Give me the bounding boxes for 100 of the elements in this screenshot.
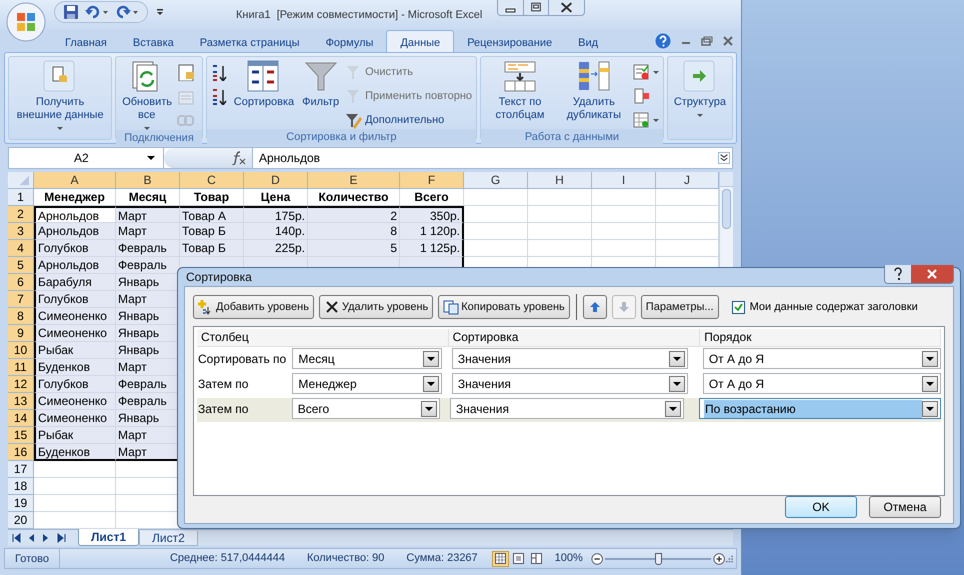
function-icon <box>230 151 246 165</box>
ribbon-button[interactable]: Текст по столбцам <box>485 60 555 122</box>
ribbon-button[interactable]: Удалить дубликаты <box>558 60 629 122</box>
order-dropdown[interactable]: По возрастанию <box>699 398 941 419</box>
table-cell: Товар <box>180 189 244 206</box>
table-cell: 140р. <box>244 223 308 240</box>
help-icon[interactable] <box>655 33 671 49</box>
ribbon-button[interactable]: Сортировка <box>232 60 296 109</box>
sheet-tab[interactable]: Лист2 <box>139 531 198 546</box>
save-icon[interactable] <box>63 4 79 20</box>
zoom-slider[interactable] <box>605 552 711 566</box>
row-header[interactable]: 13 <box>8 393 34 410</box>
row-header[interactable]: 4 <box>8 240 34 257</box>
ribbon-icon-button[interactable] <box>210 87 228 105</box>
row-header[interactable]: 5 <box>8 257 34 274</box>
column-header[interactable]: B <box>116 172 180 189</box>
toolbar-button[interactable]: Удалить уровень <box>318 295 434 319</box>
row-header[interactable]: 12 <box>8 376 34 393</box>
restore-icon[interactable] <box>701 36 713 46</box>
cancel-button[interactable]: Отмена <box>869 496 941 518</box>
help-button[interactable] <box>885 264 911 282</box>
connection-icon <box>177 64 194 80</box>
row-header[interactable]: 16 <box>8 444 34 461</box>
office-button[interactable] <box>6 2 46 42</box>
table-cell: Симеоненко <box>34 410 116 427</box>
caret-icon <box>425 406 434 410</box>
ribbon-tab[interactable]: Вид <box>565 30 612 52</box>
column-header[interactable]: D <box>244 172 308 189</box>
row-header[interactable]: 14 <box>8 410 34 427</box>
row-header[interactable]: 18 <box>8 478 34 495</box>
row-header[interactable]: 8 <box>8 308 34 325</box>
row-header[interactable]: 9 <box>8 325 34 342</box>
function-button[interactable] <box>164 148 252 168</box>
row-header[interactable]: 1 <box>8 189 34 206</box>
column-header[interactable]: A <box>34 172 116 189</box>
column-header[interactable]: H <box>528 172 592 189</box>
order-dropdown[interactable]: От А до Я <box>702 348 941 369</box>
sheet-tab[interactable]: Лист1 <box>78 529 140 546</box>
table-cell: 225р. <box>244 240 308 257</box>
column-header[interactable]: J <box>656 172 719 189</box>
column-dropdown[interactable]: Всего <box>292 398 440 419</box>
row-header[interactable]: 3 <box>8 223 34 240</box>
headers-checkbox[interactable]: Мои данные содержат заголовки <box>732 298 918 316</box>
ribbon-tab[interactable]: Главная <box>52 30 120 52</box>
view-button[interactable] <box>492 550 509 566</box>
name-box[interactable]: A2 <box>9 148 164 168</box>
what-if-icon <box>632 112 650 128</box>
ribbon-button[interactable]: Фильтр <box>300 60 342 109</box>
column-header[interactable]: G <box>464 172 528 189</box>
redo-icon[interactable] <box>115 5 139 19</box>
sort-on-dropdown[interactable]: Значения <box>452 373 688 394</box>
filter-pencil-icon <box>345 112 362 128</box>
column-header[interactable]: I <box>592 172 656 189</box>
ribbon-tab[interactable]: Рецензирование <box>454 30 566 52</box>
table-cell: Барабуля <box>34 274 116 291</box>
column-dropdown[interactable]: Менеджер <box>292 373 442 394</box>
toolbar-button[interactable]: Добавить уровень <box>193 295 314 319</box>
table-cell: Голубков <box>34 240 116 257</box>
order-dropdown[interactable]: От А до Я <box>702 373 941 394</box>
row-header[interactable]: 19 <box>8 495 34 512</box>
sort-on-dropdown[interactable]: Значения <box>450 398 684 419</box>
row-header[interactable]: 6 <box>8 274 34 291</box>
table-cell: Март <box>116 427 180 444</box>
caret-icon <box>427 382 436 386</box>
column-header[interactable]: C <box>180 172 244 189</box>
close-button[interactable] <box>911 264 953 282</box>
slider-thumb[interactable] <box>655 552 662 564</box>
row-header[interactable]: 2 <box>8 206 34 223</box>
row-header[interactable]: 15 <box>8 427 34 444</box>
toolbar-button[interactable]: Копировать уровень <box>438 295 570 319</box>
close-icon[interactable] <box>723 36 733 46</box>
zoom-in-icon[interactable] <box>712 552 726 566</box>
ok-button[interactable]: OK <box>785 496 857 518</box>
ribbon-icon-button[interactable] <box>177 63 194 81</box>
row-header[interactable]: 7 <box>8 291 34 308</box>
ribbon-tab[interactable]: Разметка страницы <box>186 30 313 52</box>
column-header[interactable]: F <box>400 172 464 189</box>
arrow-up-icon <box>588 301 601 313</box>
zoom-out-icon[interactable] <box>590 552 604 566</box>
column-header[interactable]: E <box>308 172 400 189</box>
customize-icon[interactable] <box>156 8 164 16</box>
ribbon-tab[interactable]: Данные <box>386 30 454 52</box>
sort-on-dropdown[interactable]: Значения <box>452 348 688 369</box>
ribbon-icon-button[interactable] <box>210 63 228 81</box>
toolbar-button[interactable]: Параметры... <box>640 295 719 319</box>
move-up-button[interactable] <box>582 295 607 319</box>
ribbon-button[interactable]: Дополнительно <box>345 111 472 129</box>
undo-icon[interactable] <box>85 5 109 19</box>
row-header[interactable]: 20 <box>8 512 34 529</box>
consolidate-icon <box>632 88 650 104</box>
ribbon-tab[interactable]: Вставка <box>120 30 187 52</box>
row-header[interactable]: 11 <box>8 359 34 376</box>
ribbon-tab[interactable]: Формулы <box>312 30 386 52</box>
table-cell <box>464 223 528 240</box>
column-dropdown[interactable]: Месяц <box>292 348 442 369</box>
row-header[interactable]: 17 <box>8 461 34 478</box>
row-header[interactable]: 10 <box>8 342 34 359</box>
formula-field[interactable]: Арнольдов <box>252 148 718 168</box>
table-cell: Товар Б <box>180 240 244 257</box>
expand-icon[interactable] <box>718 152 730 164</box>
